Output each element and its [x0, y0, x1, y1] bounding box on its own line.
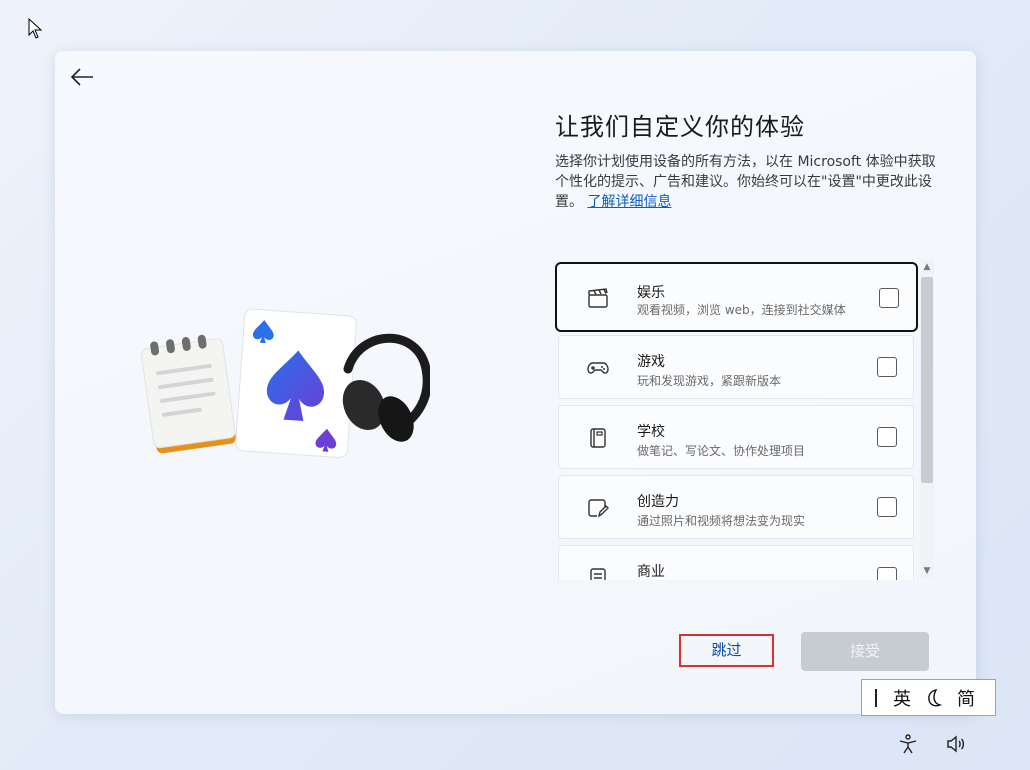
scroll-down-icon[interactable]: ▼: [922, 566, 932, 576]
option-description: 做笔记、写论文、协作处理项目: [637, 444, 806, 458]
ime-mode-toggle[interactable]: 简: [957, 685, 975, 711]
setup-dialog: 让我们自定义你的体验 选择你计划使用设备的所有方法，以在 Microsoft 体…: [55, 51, 976, 714]
scrollbar-thumb[interactable]: [921, 277, 933, 483]
option-gaming[interactable]: 游戏 玩和发现游戏，紧跟新版本: [558, 335, 914, 399]
option-school[interactable]: 学校 做笔记、写论文、协作处理项目: [558, 405, 914, 469]
back-arrow-icon[interactable]: [67, 65, 95, 89]
ime-toolbar: 英 简: [861, 679, 996, 716]
option-description: 观看视频，浏览 web，连接到社交媒体: [637, 303, 846, 317]
clapperboard-icon: [588, 288, 608, 308]
option-checkbox[interactable]: [877, 567, 897, 580]
learn-more-link[interactable]: 了解详细信息: [587, 194, 671, 210]
options-list: 娱乐 观看视频，浏览 web，连接到社交媒体 游戏 玩和发现游戏，紧跟新版本 学…: [555, 260, 935, 580]
moon-icon[interactable]: [923, 687, 945, 709]
document-icon: [590, 568, 606, 580]
option-label: 学校: [637, 424, 665, 440]
ime-language-toggle[interactable]: 英: [893, 685, 911, 711]
page-description: 选择你计划使用设备的所有方法，以在 Microsoft 体验中获取个性化的提示、…: [555, 152, 940, 212]
mouse-cursor-icon: [28, 18, 43, 39]
skip-button[interactable]: 跳过: [679, 634, 774, 667]
option-description: 玩和发现游戏，紧跟新版本: [637, 374, 782, 388]
scroll-up-icon[interactable]: ▲: [922, 262, 932, 272]
option-checkbox[interactable]: [877, 427, 897, 447]
spade-card-icon: [235, 309, 357, 459]
option-label: 娱乐: [637, 285, 665, 301]
notepad-icon: [140, 334, 236, 454]
option-business[interactable]: 商业: [558, 545, 914, 580]
option-description: 通过照片和视频将想法变为现实: [637, 514, 806, 528]
list-scrollbar[interactable]: ▲ ▼: [920, 260, 934, 578]
option-checkbox[interactable]: [879, 288, 899, 308]
illustration: [140, 309, 430, 459]
option-checkbox[interactable]: [877, 497, 897, 517]
option-label: 创造力: [637, 494, 679, 510]
accessibility-icon[interactable]: [897, 733, 919, 755]
ime-drag-handle[interactable]: [875, 688, 877, 707]
gamepad-icon: [587, 362, 609, 374]
option-entertainment[interactable]: 娱乐 观看视频，浏览 web，连接到社交媒体: [555, 262, 918, 332]
option-label: 商业: [637, 564, 665, 580]
notebook-icon: [590, 428, 606, 448]
accept-button[interactable]: 接受: [801, 632, 929, 671]
page-title: 让我们自定义你的体验: [555, 113, 805, 141]
option-creativity[interactable]: 创造力 通过照片和视频将想法变为现实: [558, 475, 914, 539]
volume-icon[interactable]: [945, 733, 967, 755]
note-pen-icon: [588, 499, 609, 518]
option-checkbox[interactable]: [877, 357, 897, 377]
option-label: 游戏: [637, 354, 665, 370]
